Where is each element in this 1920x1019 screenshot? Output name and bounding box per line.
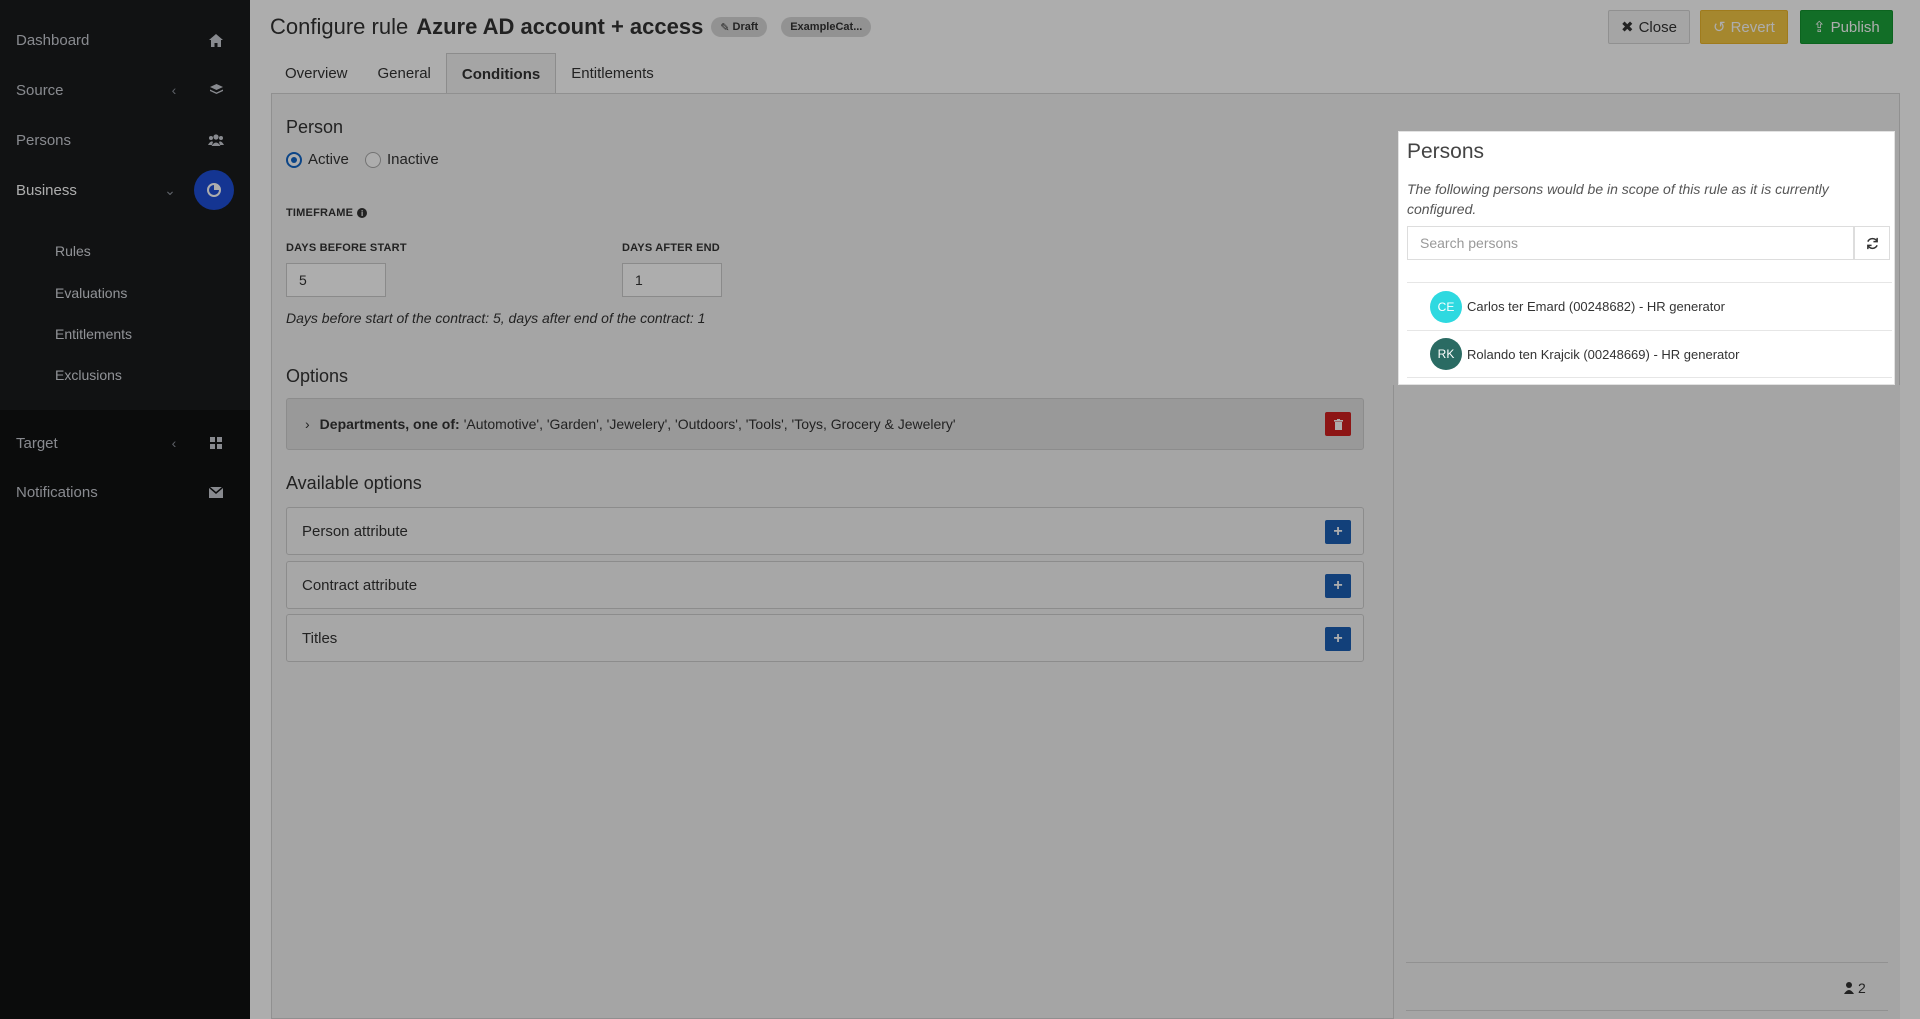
publish-button[interactable]: ⇪ Publish (1800, 10, 1893, 44)
tab-bar: Overview General Conditions Entitlements (270, 53, 669, 94)
avatar: CE (1430, 290, 1462, 323)
active-radio[interactable]: Active (286, 151, 349, 168)
chevron-right-icon[interactable]: › (305, 416, 310, 432)
available-option-titles[interactable]: Titles + (286, 614, 1364, 662)
refresh-button[interactable] (1854, 226, 1890, 260)
sidebar-subitem-rules[interactable]: Rules (55, 243, 91, 259)
sidebar-subitem-exclusions[interactable]: Exclusions (55, 367, 122, 383)
envelope-icon (198, 474, 234, 510)
available-options-heading: Available options (286, 473, 422, 493)
close-button[interactable]: ✖ Close (1608, 10, 1690, 44)
status-badge: ✎ Draft (711, 17, 768, 37)
sidebar-item-source[interactable]: Source ‹ (0, 70, 250, 110)
persons-preview-panel: Persons The following persons would be i… (1398, 131, 1895, 385)
user-icon (1844, 982, 1854, 994)
sidebar-item-dashboard[interactable]: Dashboard (0, 20, 250, 60)
chevron-down-icon: ⌄ (164, 181, 176, 198)
tab-conditions[interactable]: Conditions (445, 53, 557, 94)
info-icon[interactable]: i (357, 208, 368, 218)
person-heading: Person (286, 117, 344, 137)
persons-description: The following persons would be in scope … (1407, 181, 1829, 217)
options-heading: Options (286, 366, 349, 386)
sidebar-subitem-entitlements[interactable]: Entitlements (55, 326, 132, 342)
days-after-input[interactable]: 1 (622, 263, 722, 297)
days-before-label: DAYS BEFORE START (286, 242, 407, 254)
days-after-label: DAYS AFTER END (622, 242, 720, 254)
timeframe-label: TIMEFRAME i (286, 207, 368, 219)
department-condition-row[interactable]: › Departments, one of: 'Automotive', 'Ga… (286, 398, 1364, 450)
home-icon (198, 22, 234, 58)
upload-icon: ⇪ (1813, 19, 1826, 36)
revert-button[interactable]: ↺ Revert (1700, 10, 1788, 44)
briefcase-icon (194, 170, 234, 210)
sidebar-item-business[interactable]: Business ⌄ (0, 170, 250, 210)
sidebar-item-notifications[interactable]: Notifications (0, 472, 250, 512)
sidebar: Dashboard Source ‹ Persons Business ⌄ Ru… (0, 0, 250, 1019)
pencil-icon: ✎ (720, 21, 730, 34)
inactive-radio[interactable]: Inactive (365, 151, 439, 168)
sidebar-item-target[interactable]: Target ‹ (0, 423, 250, 463)
plus-icon: + (1333, 630, 1343, 647)
add-contract-attribute-button[interactable]: + (1325, 574, 1351, 598)
delete-condition-button[interactable] (1325, 412, 1351, 436)
persons-column (1393, 385, 1900, 1019)
plus-icon: + (1333, 523, 1343, 540)
database-icon (198, 72, 234, 108)
rule-name: Azure AD account + access (416, 14, 704, 39)
page-title: Configure rule Azure AD account + access… (270, 14, 872, 40)
tab-entitlements[interactable]: Entitlements (556, 53, 669, 94)
available-option-person-attribute[interactable]: Person attribute + (286, 507, 1364, 555)
grid-icon (198, 425, 234, 461)
persons-title: Persons (1407, 140, 1485, 163)
available-option-contract-attribute[interactable]: Contract attribute + (286, 561, 1364, 609)
category-badge: ExampleCat... (781, 17, 872, 37)
tab-general[interactable]: General (363, 53, 446, 94)
avatar: RK (1430, 338, 1462, 370)
sidebar-item-persons[interactable]: Persons (0, 120, 250, 160)
sidebar-subitem-evaluations[interactable]: Evaluations (55, 285, 127, 301)
days-before-input[interactable]: 5 (286, 263, 386, 297)
plus-icon: + (1333, 577, 1343, 594)
refresh-icon (1866, 237, 1878, 249)
trash-icon (1333, 418, 1343, 430)
search-persons-input[interactable] (1407, 226, 1854, 260)
divider (1406, 1010, 1888, 1011)
tab-overview[interactable]: Overview (270, 53, 363, 94)
timeframe-summary: Days before start of the contract: 5, da… (286, 310, 706, 326)
undo-icon: ↺ (1713, 19, 1726, 36)
person-row[interactable]: CE Carlos ter Emard (00248682) - HR gene… (1407, 282, 1892, 330)
divider (1406, 962, 1888, 963)
add-person-attribute-button[interactable]: + (1325, 520, 1351, 544)
users-icon (198, 122, 234, 158)
chevron-left-icon: ‹ (171, 435, 177, 451)
person-row[interactable]: RK Rolando ten Krajcik (00248669) - HR g… (1407, 330, 1892, 378)
close-icon: ✖ (1621, 19, 1634, 36)
chevron-left-icon: ‹ (171, 82, 177, 98)
radio-checked-icon (286, 151, 302, 168)
radio-unchecked-icon (365, 151, 381, 168)
add-titles-button[interactable]: + (1325, 627, 1351, 651)
person-count: 2 (1844, 980, 1866, 996)
